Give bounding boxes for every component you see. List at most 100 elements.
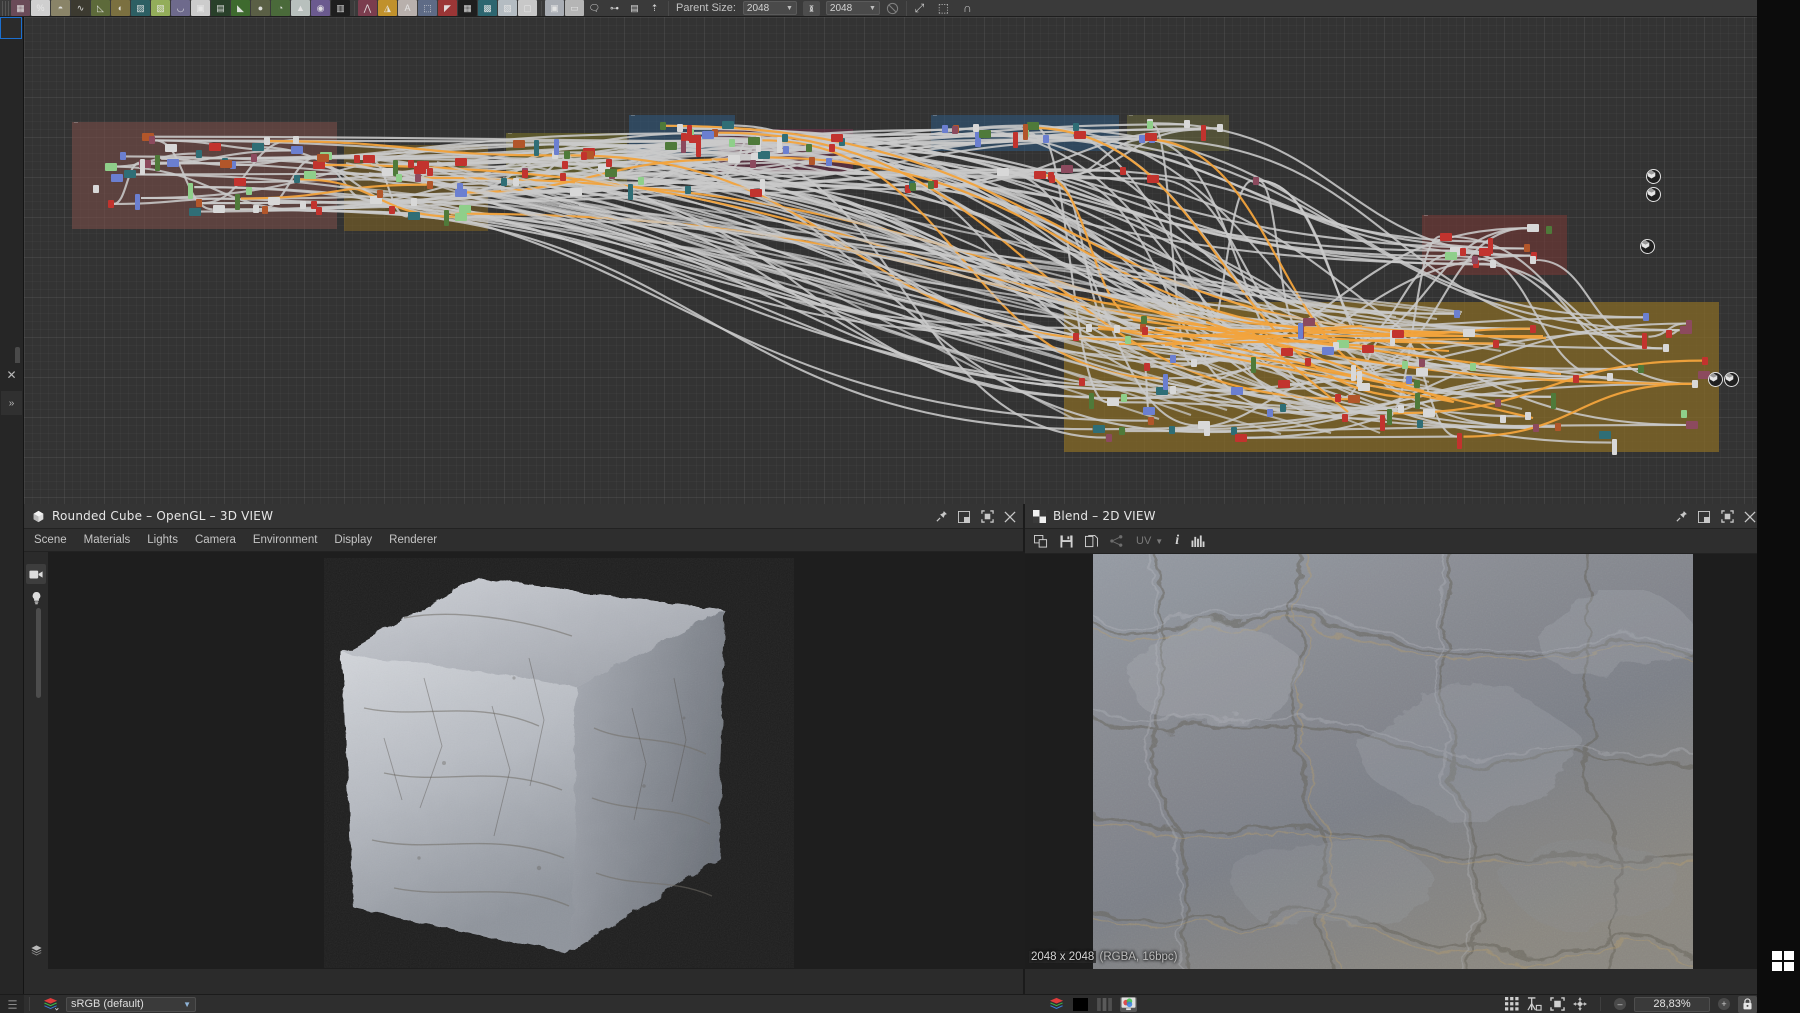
graph-node[interactable] [293,136,299,144]
graph-node[interactable] [1463,329,1475,337]
graph-node[interactable] [1524,244,1530,252]
graph-node[interactable] [1120,167,1126,175]
graph-node[interactable] [1525,412,1531,420]
grid-toggle-icon[interactable] [1505,997,1519,1011]
graph-node[interactable] [1342,414,1348,422]
light-button[interactable] [26,588,46,608]
mesh-icon[interactable]: ▢ [518,0,537,16]
output-basecolor[interactable] [1646,169,1661,184]
graph-node[interactable] [1551,393,1556,409]
graph-node[interactable] [1445,252,1457,260]
maximize-button[interactable] [980,510,994,524]
graph-node[interactable] [93,185,99,193]
clear-icon[interactable] [883,0,902,16]
statusbar-tab-handle[interactable] [0,995,24,1013]
pixel-processor-icon[interactable]: % [31,0,50,16]
graph-node[interactable] [140,159,145,175]
graph-node[interactable] [1335,394,1341,402]
graph-node[interactable] [809,157,815,165]
graph-node[interactable] [1555,423,1561,431]
graph-node[interactable] [1702,357,1708,365]
graph-node[interactable] [300,201,306,209]
graph-node[interactable] [149,136,155,144]
graph-node[interactable] [377,190,383,198]
graph-node[interactable] [408,160,414,168]
viewport-3d[interactable] [24,552,1025,969]
ao-icon[interactable]: ▲ [291,0,310,16]
menu-item-display[interactable]: Display [334,534,372,546]
graph-node[interactable] [165,144,177,152]
graph-node[interactable] [1204,428,1210,436]
viewport-3d-scrollbar[interactable] [36,608,41,698]
menu-item-environment[interactable]: Environment [253,534,318,546]
graph-node[interactable] [1061,165,1073,173]
graph-node[interactable] [1692,380,1698,388]
graph-node[interactable] [427,181,433,189]
float-button[interactable] [1697,510,1711,524]
panel-3d-titlebar[interactable]: Rounded Cube – OpenGL – 3D VIEW [24,504,1023,529]
graph-node[interactable] [108,200,114,208]
magnet-icon[interactable]: ∩ [958,0,977,16]
graph-node[interactable] [455,158,467,166]
layers-chip[interactable] [1048,997,1065,1012]
graph-node[interactable] [188,183,193,199]
parent-size-height-dropdown[interactable]: 2048 ▼ [826,1,880,15]
graph-node[interactable] [942,125,948,133]
graph-node[interactable] [1023,124,1028,140]
graph-node[interactable] [1666,330,1672,338]
graph-node[interactable] [1034,171,1046,179]
graph-node[interactable] [408,212,420,220]
graph-node[interactable] [213,205,225,213]
graph-node[interactable] [1147,121,1153,129]
menu-item-scene[interactable]: Scene [34,534,67,546]
graph-node[interactable] [1143,407,1155,415]
graph-node[interactable] [1235,434,1247,442]
graph-node[interactable] [1163,374,1168,390]
graph-node[interactable] [722,121,734,129]
curvature-icon[interactable]: ▩ [478,0,497,16]
graph-node[interactable] [750,160,756,168]
graph-node[interactable] [1392,330,1404,338]
graph-node[interactable] [1278,380,1290,388]
graph-node[interactable] [1490,260,1496,268]
graph-node[interactable] [1267,409,1273,417]
graph-node[interactable] [831,134,843,142]
curve-icon[interactable]: ∿ [71,0,90,16]
menu-item-camera[interactable]: Camera [195,534,236,546]
graph-node[interactable] [135,194,140,210]
graph-node[interactable] [1454,310,1460,318]
graph-node[interactable] [997,168,1009,176]
graph-node[interactable] [660,122,666,130]
graph-node[interactable] [1201,125,1206,141]
graph-node[interactable] [1457,433,1462,449]
graph-node[interactable] [1251,357,1256,373]
gradient-icon[interactable]: ◺ [91,0,110,16]
warp-icon[interactable]: ● [251,0,270,16]
bevel-icon[interactable]: ◣ [231,0,250,16]
graph-node[interactable] [1419,359,1425,367]
output-rough[interactable] [1640,239,1655,254]
graph-node[interactable] [1280,404,1286,412]
blur-icon[interactable]: ◓ [51,0,70,16]
graph-node[interactable] [1488,238,1493,254]
graph-node[interactable] [1460,248,1466,256]
graph-node[interactable] [235,194,240,210]
graph-node[interactable] [1440,233,1452,241]
pin-button[interactable] [934,510,948,524]
graph-node[interactable] [1527,224,1539,232]
graph-node[interactable] [729,139,735,147]
graph-node[interactable] [1402,361,1408,369]
graph-node[interactable] [220,160,232,168]
graph-node[interactable] [728,155,740,163]
graph-node[interactable] [777,137,782,153]
graph-node[interactable] [1089,393,1094,409]
histogram-scan-icon[interactable]: ⋀ [358,0,377,16]
graph-node[interactable] [1184,120,1190,128]
graph-node[interactable] [155,155,160,171]
graph-node[interactable] [685,186,691,194]
graph-node[interactable] [1351,365,1356,381]
graph-node[interactable] [665,142,677,150]
graph-node[interactable] [1106,434,1112,442]
snap-grid-icon[interactable]: ⬚ [934,0,953,16]
graph-node[interactable] [570,188,582,196]
